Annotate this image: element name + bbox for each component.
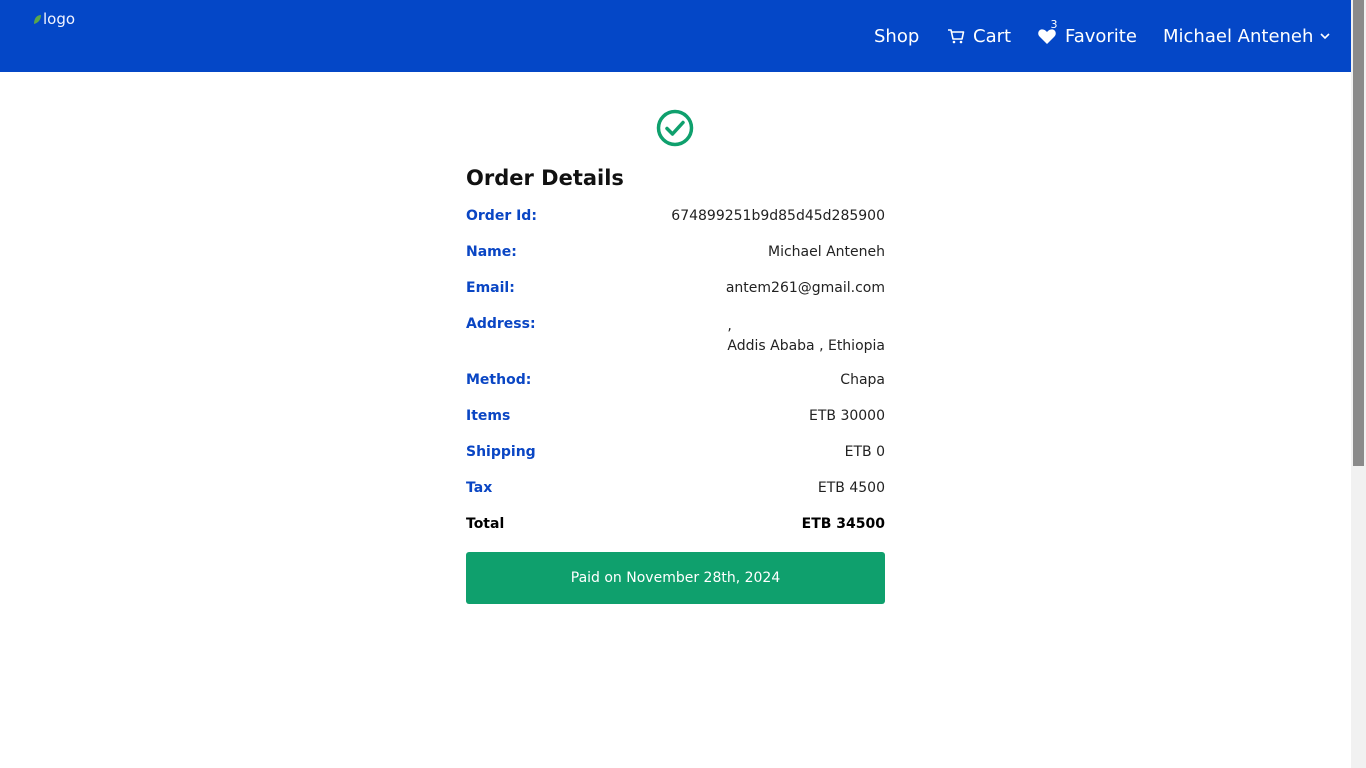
address-label: Address:	[466, 316, 536, 332]
page-title: Order Details	[466, 166, 624, 190]
total-value: ETB 34500	[801, 516, 885, 532]
nav-cart-label: Cart	[973, 25, 1012, 47]
name-value: Michael Anteneh	[768, 244, 885, 260]
user-name: Michael Anteneh	[1163, 25, 1314, 47]
name-row: Name: Michael Anteneh	[466, 244, 885, 260]
favorite-count-badge: 3	[1050, 18, 1058, 31]
logo-alt-text: logo	[43, 10, 76, 28]
items-value: ETB 30000	[809, 408, 885, 424]
method-value: Chapa	[840, 372, 885, 388]
order-id-value: 674899251b9d85d45d285900	[671, 208, 885, 224]
email-row: Email: antem261@gmail.com	[466, 280, 885, 296]
address-line-1: ,	[727, 318, 732, 334]
shipping-row: Shipping ETB 0	[466, 444, 885, 460]
order-id-row: Order Id: 674899251b9d85d45d285900	[466, 208, 885, 224]
nav-favorite-link[interactable]: 3 Favorite	[1037, 18, 1137, 50]
tax-row: Tax ETB 4500	[466, 480, 885, 496]
nav-favorite-label: Favorite	[1065, 25, 1137, 47]
page-scrollbar[interactable]	[1351, 0, 1366, 768]
total-row: Total ETB 34500	[466, 516, 885, 532]
items-label: Items	[466, 408, 511, 424]
chevron-down-icon	[1320, 33, 1330, 40]
favorite-icon-wrap: 3	[1037, 18, 1058, 46]
broken-image-icon	[34, 14, 41, 24]
cart-icon	[948, 29, 965, 44]
user-menu-toggle[interactable]: Michael Anteneh	[1163, 22, 1331, 50]
nav-cart-link[interactable]: Cart	[947, 22, 1011, 50]
method-label: Method:	[466, 372, 532, 388]
scrollbar-thumb[interactable]	[1353, 0, 1364, 466]
email-label: Email:	[466, 280, 515, 296]
address-row: Address: , Addis Ababa , Ethiopia	[466, 316, 885, 356]
paid-status-text: Paid on November 28th, 2024	[570, 570, 781, 586]
email-value: antem261@gmail.com	[725, 280, 885, 296]
check-circle-icon	[656, 109, 694, 147]
shipping-value: ETB 0	[844, 444, 885, 460]
nav-shop-link[interactable]: Shop	[874, 22, 919, 50]
method-row: Method: Chapa	[466, 372, 885, 388]
items-row: Items ETB 30000	[466, 408, 885, 424]
logo[interactable]: logo	[33, 10, 79, 28]
tax-label: Tax	[466, 480, 493, 496]
name-label: Name:	[466, 244, 517, 260]
tax-value: ETB 4500	[817, 480, 885, 496]
nav-shop-label: Shop	[874, 25, 920, 47]
paid-status-banner: Paid on November 28th, 2024	[466, 552, 885, 604]
address-value: , Addis Ababa , Ethiopia	[727, 316, 885, 356]
address-line-2: Addis Ababa , Ethiopia	[727, 338, 885, 354]
total-label: Total	[466, 516, 505, 532]
shipping-label: Shipping	[466, 444, 536, 460]
order-id-label: Order Id:	[466, 208, 537, 224]
top-navbar: logo Shop Cart 3 Favorite Michael Antene…	[0, 0, 1351, 72]
